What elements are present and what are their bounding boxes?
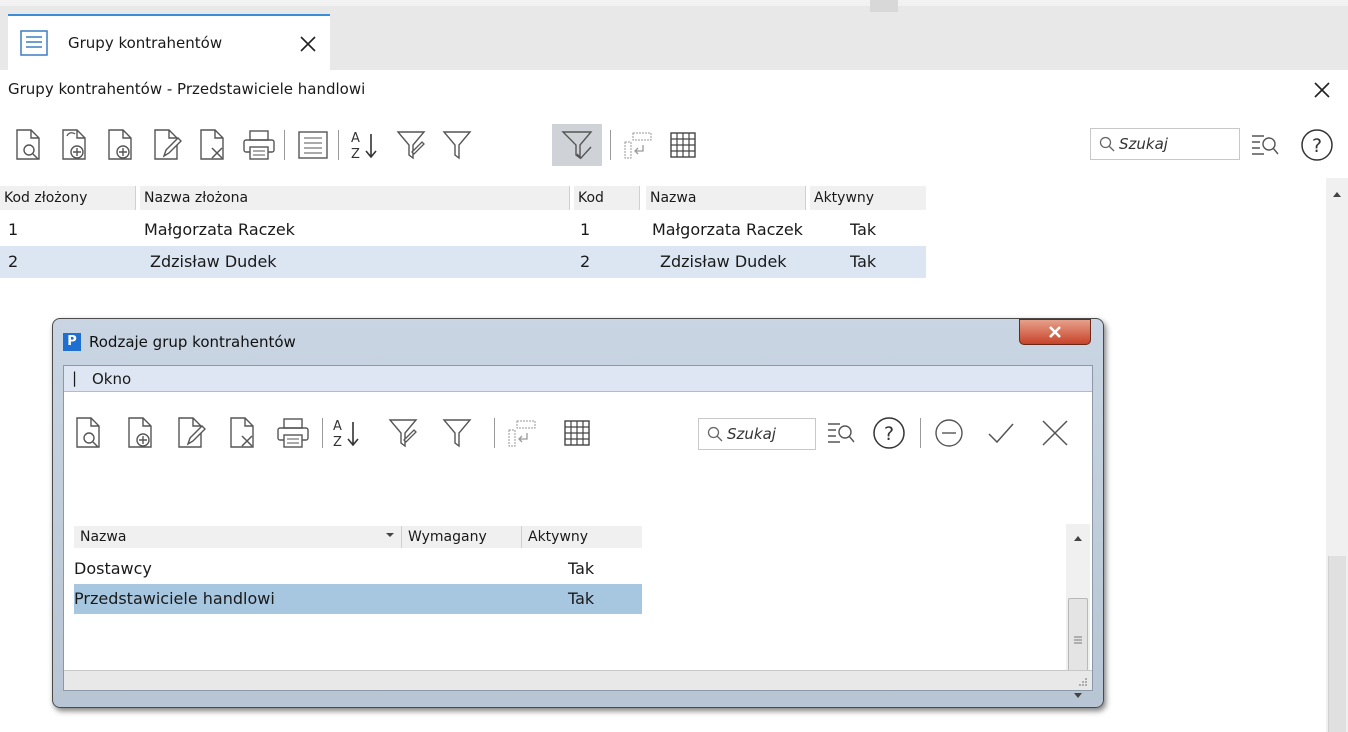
scroll-grip-icon [1074,636,1082,644]
grid-icon[interactable] [558,412,596,454]
svg-text:Z: Z [351,147,360,162]
page-title: Grupy kontrahentów - Przedstawiciele han… [8,80,366,98]
cancel-icon[interactable] [1036,412,1074,454]
tab-label: Grupy kontrahentów [68,34,223,52]
preview-icon[interactable] [70,412,108,454]
column-header-aktywny[interactable]: Aktywny [810,186,926,210]
svg-text:A: A [333,419,342,434]
search-icon [1099,136,1115,152]
minus-circle-icon[interactable] [930,412,968,454]
search-input[interactable]: Szukaj [698,418,816,450]
menu-okno[interactable]: Okno [92,370,131,388]
toolbar-divider [322,418,323,448]
tab-grupy-kontrahentow[interactable]: Grupy kontrahentów [8,14,330,70]
scroll-down-icon[interactable] [1073,692,1083,700]
columns-icon[interactable] [618,124,656,166]
cell-aktywny: Tak [568,589,595,608]
add-icon[interactable] [122,412,160,454]
vertical-scrollbar[interactable] [1326,178,1348,732]
dialog-content: | Okno AZ Szukaj ? Nazwa Wymagany Aktywn… [63,365,1093,698]
toolbar-divider [338,130,339,160]
cell-kod-zlozony: 1 [8,220,19,239]
column-header-label: Nazwa [80,529,127,545]
dialog-menubar: | Okno [64,366,1092,392]
delete-icon[interactable] [224,412,262,454]
help-icon[interactable]: ? [1298,124,1336,166]
print-icon[interactable] [240,124,278,166]
toolbar-divider [920,418,921,448]
dialog-vertical-scrollbar[interactable] [1066,524,1090,698]
close-icon [1049,326,1061,338]
close-icon[interactable] [1312,80,1332,100]
cell-nazwa: Dostawcy [74,559,152,578]
dialog-title: Rodzaje grup kontrahentów [89,333,296,351]
add-copy-icon[interactable] [56,124,94,166]
cell-nazwa: Małgorzata Raczek [652,220,803,239]
advanced-search-icon[interactable] [1246,124,1284,166]
column-header-wymagany[interactable]: Wymagany [402,526,522,548]
toolbar-divider [284,130,285,160]
cell-kod: 2 [580,252,591,271]
scrollbar-thumb[interactable] [1328,556,1346,732]
column-header-aktywny[interactable]: Aktywny [522,526,642,548]
cell-aktywny: Tak [850,220,877,239]
cell-nazwa-zlozona: Małgorzata Raczek [144,220,295,239]
preview-icon[interactable] [10,124,48,166]
svg-text:A: A [351,131,360,146]
filter-icon[interactable] [438,412,476,454]
cell-aktywny: Tak [568,559,595,578]
toolbar-divider [610,130,611,160]
dialog-close-button[interactable] [1019,319,1091,345]
help-icon[interactable]: ? [870,412,908,454]
checkmark-icon[interactable] [982,412,1020,454]
svg-text:?: ? [884,423,894,445]
svg-text:?: ? [1312,135,1322,157]
dialog-rodzaje-grup: P Rodzaje grup kontrahentów | Okno AZ Sz… [52,318,1104,708]
add-icon[interactable] [102,124,140,166]
list-view-icon [20,30,48,56]
delete-icon[interactable] [194,124,232,166]
filter-active-icon[interactable] [552,124,602,166]
search-placeholder: Szukaj [1119,135,1168,153]
edit-icon[interactable] [148,124,186,166]
column-header-nazwa[interactable]: Nazwa [74,526,402,548]
print-icon[interactable] [274,412,312,454]
scroll-up-icon[interactable] [1073,534,1083,542]
dialog-statusbar [64,670,1092,690]
grid-icon[interactable] [664,124,702,166]
toolbar-divider [494,418,495,448]
cell-nazwa: Zdzisław Dudek [660,252,787,271]
cell-aktywny: Tak [850,252,877,271]
columns-icon[interactable] [502,412,540,454]
app-badge-icon: P [63,333,81,351]
edit-icon[interactable] [172,412,210,454]
scroll-up-icon[interactable] [1332,190,1342,198]
search-placeholder: Szukaj [727,425,776,443]
column-header-kod[interactable]: Kod [574,186,640,210]
filter-icon[interactable] [438,124,476,166]
sort-az-icon[interactable]: AZ [346,124,384,166]
sort-desc-icon [386,533,394,537]
close-icon[interactable] [298,34,318,54]
menubar-grip: | [72,369,78,387]
resize-grip-icon[interactable] [1076,675,1088,687]
svg-text:Z: Z [333,435,342,450]
advanced-search-icon[interactable] [822,412,860,454]
cell-kod: 1 [580,220,591,239]
sort-az-icon[interactable]: AZ [328,412,366,454]
details-icon[interactable] [294,124,332,166]
search-input[interactable]: Szukaj [1090,128,1240,160]
filter-clear-icon[interactable] [384,412,422,454]
column-header-nazwa[interactable]: Nazwa [646,186,806,210]
cell-nazwa-zlozona: Zdzisław Dudek [150,252,277,271]
column-header-nazwa-zlozona[interactable]: Nazwa złożona [140,186,570,210]
search-icon [707,426,723,442]
column-header-kod-zlozony[interactable]: Kod złożony [0,186,136,210]
cell-kod-zlozony: 2 [8,252,19,271]
cell-nazwa: Przedstawiciele handlowi [74,589,275,608]
filter-clear-icon[interactable] [392,124,430,166]
